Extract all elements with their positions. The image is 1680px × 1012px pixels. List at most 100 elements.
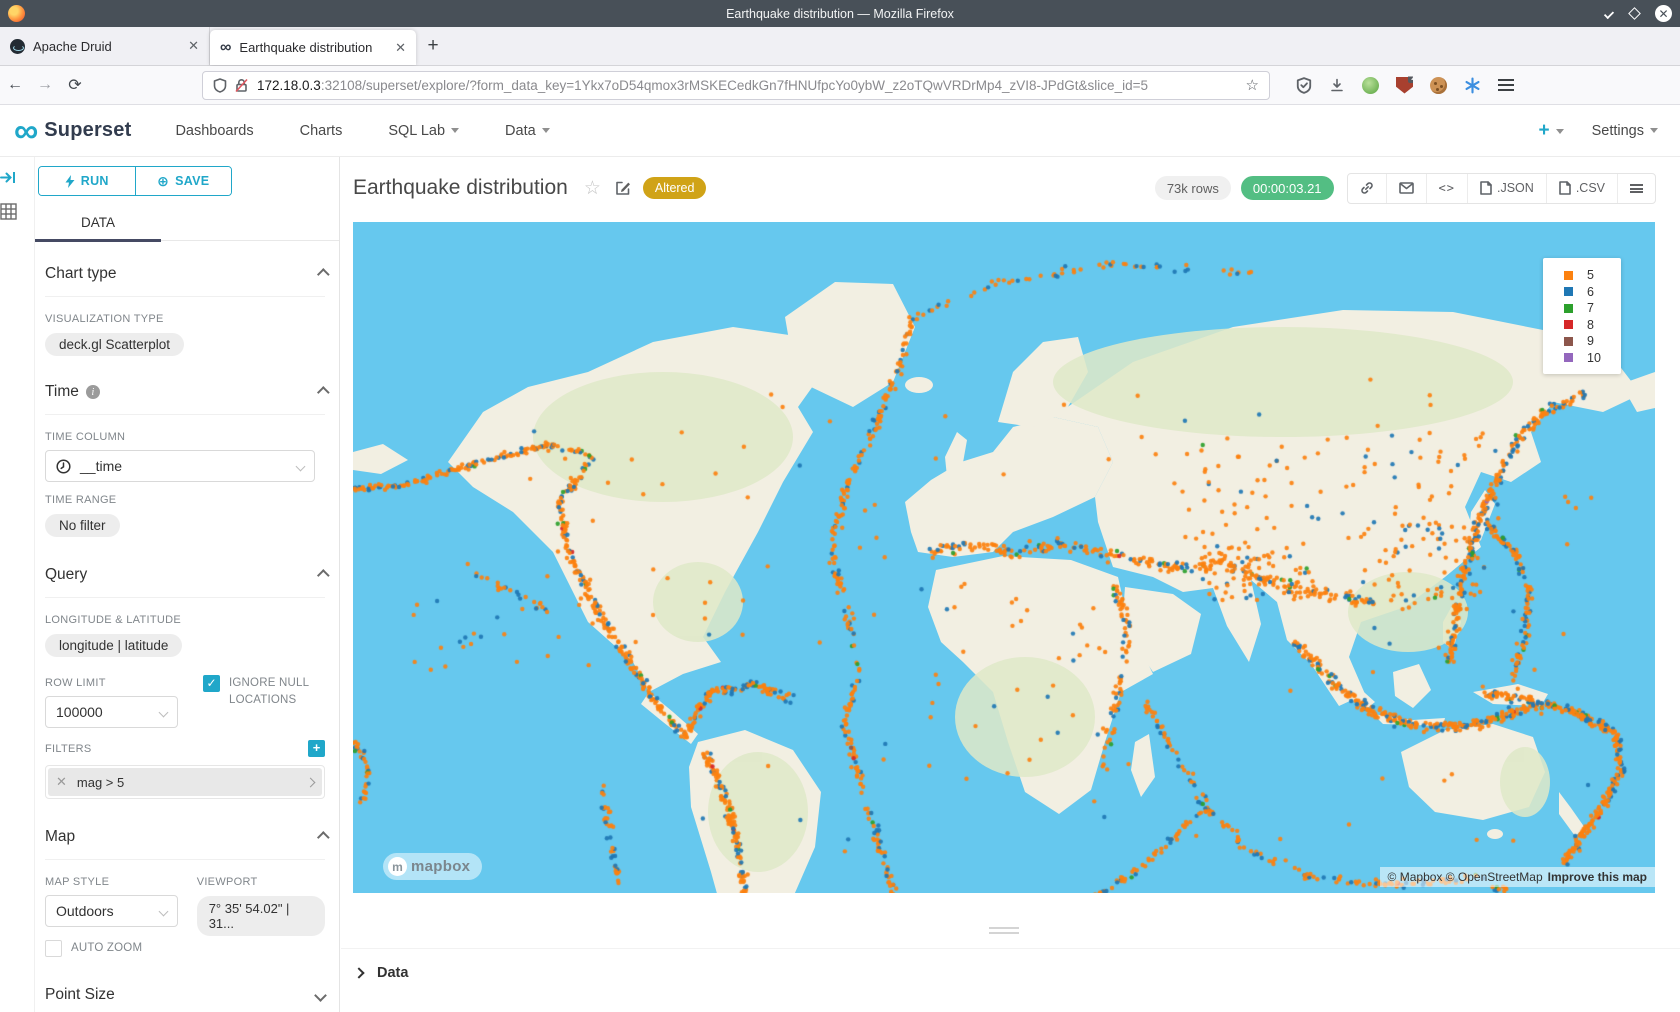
section-point-size[interactable]: Point Size [45,983,325,1007]
chevron-down-icon [314,989,327,1002]
pocket-shield-icon[interactable] [1296,77,1312,94]
expand-panel-icon[interactable] [0,169,17,186]
new-tab-button[interactable]: + [416,27,450,65]
nav-dashboards[interactable]: Dashboards [175,123,253,139]
menu-icon [1630,184,1643,193]
time-range-value[interactable]: No filter [45,514,120,537]
new-item-button[interactable]: + [1538,120,1563,142]
ignore-null-checkbox[interactable]: ✓ [203,675,220,692]
row-limit-select[interactable]: 100000 [45,696,178,728]
altered-badge: Altered [643,177,707,199]
extension-green-icon[interactable] [1362,77,1379,94]
filter-value: mag > 5 [77,775,124,790]
share-link-button[interactable] [1348,174,1386,203]
auto-zoom-checkbox[interactable] [45,940,62,957]
remove-filter-icon[interactable]: ✕ [56,774,67,790]
viewport-value[interactable]: 7° 35' 54.02" | 31... [197,896,325,936]
browser-toolbar: ← → ⟳ 172.18.0.3:32108/superset/explore/… [0,66,1680,105]
url-bar[interactable]: 172.18.0.3:32108/superset/explore/?form_… [202,71,1270,100]
map-style-label: MAP STYLE [45,876,197,888]
viz-type-value[interactable]: deck.gl Scatterplot [45,333,184,356]
section-query[interactable]: Query [45,563,325,587]
chart-menu-button[interactable] [1617,174,1655,203]
legend-item: 6 [1543,284,1621,301]
deckgl-scatter-map[interactable]: 5 6 7 8 9 10 m mapbox © Mapbox © OpenStr… [353,222,1655,893]
tab-data[interactable]: DATA [35,205,161,240]
superset-logo[interactable]: ∞ Superset [14,116,131,146]
ignore-null-label: IGNORE NULL LOCATIONS [229,675,309,709]
chart-area: Earthquake distribution ☆ Altered 73k ro… [341,157,1680,1012]
link-icon [1360,181,1374,195]
cookie-extension-icon[interactable] [1430,77,1447,94]
menu-hamburger-icon[interactable] [1498,79,1514,91]
adblocker-badge: 2 [1408,72,1419,83]
tab-apache-druid[interactable]: Apache Druid ✕ [0,27,210,65]
email-button[interactable] [1386,174,1426,203]
attribution-text: © Mapbox © OpenStreetMap [1388,870,1543,884]
export-csv-button[interactable]: .CSV [1546,174,1617,203]
legend-swatch [1564,337,1573,346]
tab-close-icon[interactable]: ✕ [395,40,406,56]
chevron-up-icon [317,569,330,582]
application-window: Earthquake distribution — Mozilla Firefo… [0,0,1680,1012]
improve-map-link[interactable]: Improve this map [1548,870,1647,884]
chevron-right-icon [353,967,364,978]
info-icon: i [86,385,100,399]
reload-button[interactable]: ⟳ [60,75,90,95]
nav-data[interactable]: Data [505,123,550,139]
section-chart-type[interactable]: Chart type [45,262,325,286]
chevron-down-icon [159,906,169,916]
export-json-button[interactable]: .JSON [1467,174,1546,203]
time-column-select[interactable]: __time [45,450,315,482]
tab-close-icon[interactable]: ✕ [188,38,199,54]
window-titlebar: Earthquake distribution — Mozilla Firefo… [0,0,1680,27]
map-style-select[interactable]: Outdoors [45,895,178,927]
forward-button[interactable]: → [30,76,60,94]
tab-earthquake-distribution[interactable]: ∞ Earthquake distribution ✕ [210,30,416,65]
legend-item: 10 [1543,350,1621,367]
back-button[interactable]: ← [0,76,30,94]
insecure-lock-icon[interactable] [234,78,249,93]
permissions-shield-icon[interactable] [213,78,227,93]
lonlat-value[interactable]: longitude | latitude [45,634,182,657]
panel-resize-handle[interactable] [989,927,1019,937]
legend-item: 8 [1543,317,1621,334]
nav-sql-lab[interactable]: SQL Lab [388,123,459,139]
adblocker-shield-icon[interactable]: 2 [1396,77,1413,94]
chevron-up-icon [317,831,330,844]
add-filter-button[interactable]: + [308,740,325,757]
window-close-icon[interactable]: ✕ [1655,5,1672,22]
run-button[interactable]: RUN [39,167,135,195]
save-button[interactable]: ⊕ SAVE [135,167,232,195]
asterisk-extension-icon[interactable] [1464,77,1481,94]
legend-swatch [1564,271,1573,280]
file-icon [1559,181,1571,195]
embed-code-button[interactable]: <> [1426,174,1467,203]
nav-charts[interactable]: Charts [300,123,343,139]
window-minimize-icon[interactable] [1604,8,1614,18]
filter-item[interactable]: ✕ mag > 5 [45,765,325,799]
superset-favicon: ∞ [220,40,231,55]
bookmark-star-icon[interactable]: ☆ [1246,76,1259,94]
favorite-star-icon[interactable]: ☆ [584,177,601,200]
downloads-icon[interactable] [1329,77,1345,94]
legend-item: 9 [1543,333,1621,350]
section-map[interactable]: Map [45,825,325,849]
data-panel-toggle[interactable]: Data [355,965,408,981]
dataset-grid-icon[interactable] [0,203,17,220]
left-rail [0,157,35,1012]
window-title: Earthquake distribution — Mozilla Firefo… [0,7,1680,21]
chevron-up-icon [317,268,330,281]
url-text: 172.18.0.3:32108/superset/explore/?form_… [257,78,1246,93]
firefox-icon [8,5,25,22]
window-maximize-icon[interactable] [1628,7,1641,20]
settings-menu[interactable]: Settings [1592,123,1658,139]
edit-pencil-icon[interactable] [615,180,631,196]
chevron-right-icon [306,777,316,787]
mapbox-logo[interactable]: m mapbox [383,853,482,880]
file-icon [1480,181,1492,195]
section-time[interactable]: Time i [45,380,325,404]
tab-title: Earthquake distribution [239,40,387,55]
druid-favicon [10,39,25,54]
plus-circle-icon: ⊕ [157,173,169,190]
